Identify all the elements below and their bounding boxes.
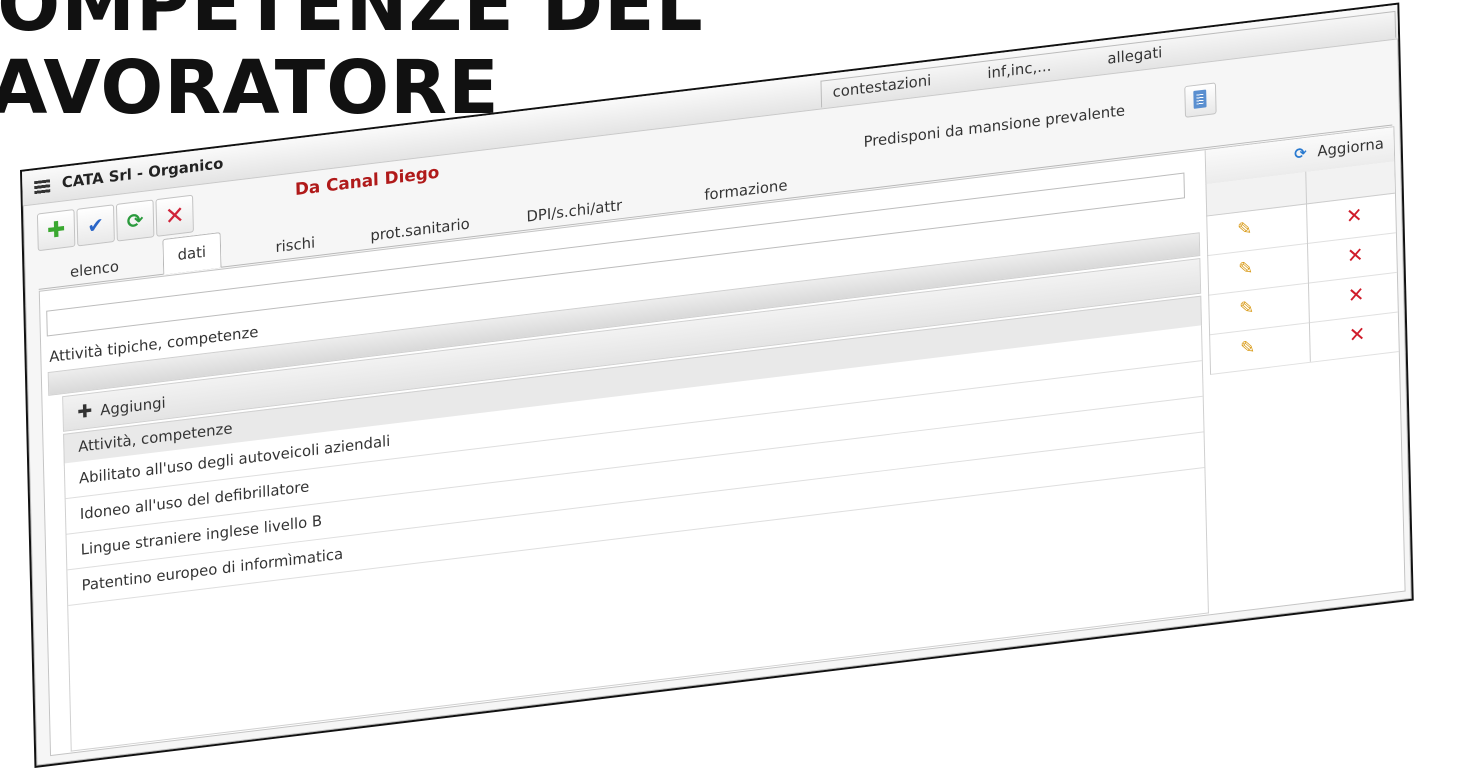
document-icon bbox=[1193, 89, 1207, 109]
delete-icon[interactable]: ✕ bbox=[1349, 321, 1366, 347]
toolbar: ✚ ✔ ⟳ ✕ bbox=[36, 194, 194, 254]
pencil-icon[interactable]: ✎ bbox=[1237, 217, 1257, 241]
pencil-icon[interactable]: ✎ bbox=[1238, 257, 1258, 281]
pencil-icon[interactable]: ✎ bbox=[1240, 336, 1260, 360]
menu-icon[interactable] bbox=[34, 179, 51, 196]
refresh-icon: ⟳ bbox=[1294, 143, 1307, 164]
add-text: Aggiungi bbox=[100, 393, 166, 420]
add-button[interactable]: ✚ bbox=[36, 209, 76, 252]
actions-divider bbox=[1306, 203, 1308, 244]
refresh-button[interactable]: ⟳ bbox=[115, 199, 155, 242]
pencil-icon[interactable]: ✎ bbox=[1239, 297, 1259, 320]
confirm-button[interactable]: ✔ bbox=[76, 204, 115, 247]
tab-dati[interactable]: dati bbox=[162, 232, 222, 275]
cancel-button[interactable]: ✕ bbox=[155, 194, 194, 237]
delete-icon[interactable]: ✕ bbox=[1347, 242, 1364, 268]
delete-icon[interactable]: ✕ bbox=[1346, 203, 1363, 229]
add-label: ✚ Aggiungi bbox=[77, 392, 166, 424]
actions-divider bbox=[1308, 322, 1311, 362]
delete-icon[interactable]: ✕ bbox=[1348, 282, 1365, 308]
actions-divider bbox=[1305, 171, 1308, 204]
actions-divider bbox=[1307, 282, 1310, 323]
actions-divider bbox=[1306, 242, 1309, 283]
check-icon: ✔ bbox=[87, 212, 105, 239]
refresh-icon: ⟳ bbox=[126, 207, 144, 234]
aggiorna-button[interactable]: ⟳ Aggiorna bbox=[1294, 134, 1384, 163]
window-title: CATA Srl - Organico bbox=[61, 154, 224, 192]
predisponi-button[interactable] bbox=[1184, 82, 1217, 118]
aggiorna-label: Aggiorna bbox=[1317, 134, 1385, 161]
top-tabbar-frame bbox=[820, 10, 1397, 108]
close-icon: ✕ bbox=[164, 200, 185, 231]
plus-icon: ✚ bbox=[77, 400, 93, 424]
add-icon: ✚ bbox=[46, 216, 66, 244]
slide-title-line-1: COMPETENZE DEL bbox=[0, 0, 704, 48]
main-panel: ⟳ Aggiorna ✎ ✕ ✎ ✕ ✎ ✕ ✎ ✕ Attività tipi… bbox=[38, 126, 1406, 757]
top-tabbar: contestazioni inf,inc,... allegati bbox=[820, 10, 1397, 108]
